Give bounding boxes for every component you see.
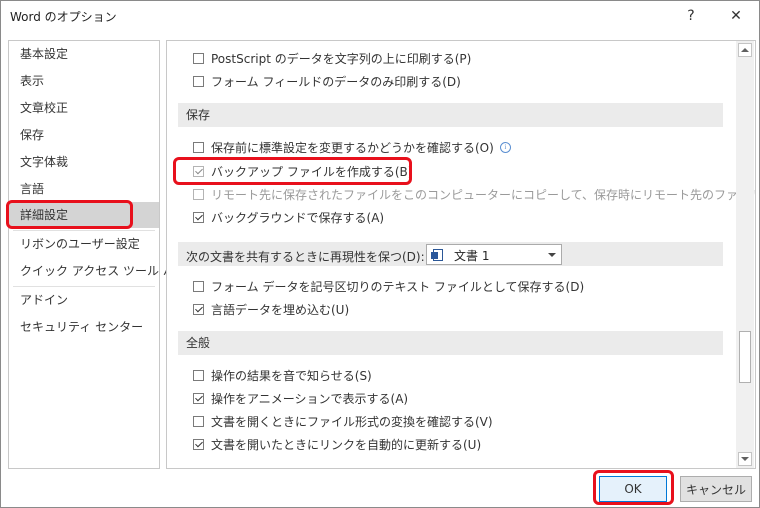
option-label: バックアップ ファイルを作成する(B)	[211, 164, 413, 179]
arrow-up-icon	[741, 48, 749, 52]
option-background-save[interactable]: バックグラウンドで保存する(A)	[193, 207, 384, 227]
sidebar-item-quick-access-toolbar[interactable]: クイック アクセス ツール バー	[9, 258, 187, 284]
option-save-form-data-delimited[interactable]: フォーム データを記号区切りのテキスト ファイルとして保存する(D)	[193, 276, 584, 296]
option-label: 文書を開いたときにリンクを自動的に更新する(U)	[211, 437, 482, 452]
option-label: フォーム フィールドのデータのみ印刷する(D)	[211, 74, 461, 89]
option-feedback-animation[interactable]: 操作をアニメーションで表示する(A)	[193, 388, 408, 408]
cancel-button[interactable]: キャンセル	[680, 476, 752, 502]
title-bar: Word のオプション ? ✕	[1, 1, 759, 31]
option-label: リモート先に保存されたファイルをこのコンピューターにコピーして、保存時にリモート…	[211, 187, 755, 202]
sidebar-item-advanced[interactable]: 詳細設定	[9, 202, 159, 228]
sidebar-item-add-ins[interactable]: アドイン	[9, 287, 159, 313]
option-label: PostScript のデータを文字列の上に印刷する(P)	[211, 51, 472, 66]
checkbox[interactable]	[193, 141, 204, 153]
sidebar-item-customize-ribbon[interactable]: リボンのユーザー設定	[9, 231, 159, 257]
section-heading-save: 保存	[178, 103, 723, 127]
option-embed-linguistic-data[interactable]: 言語データを埋め込む(U)	[193, 299, 349, 319]
option-label: 操作の結果を音で知らせる(S)	[211, 368, 372, 383]
option-label: 保存前に標準設定を変更するかどうかを確認する(O)	[211, 140, 494, 155]
advanced-options-panel: PostScript のデータを文字列の上に印刷する(P) フォーム フィールド…	[166, 40, 756, 469]
sidebar-item-general[interactable]: 基本設定	[9, 41, 159, 67]
options-sidebar: 基本設定 表示 文章校正 保存 文字体裁 言語 詳細設定 リボンのユーザー設定 …	[8, 40, 187, 469]
ok-button[interactable]: OK	[599, 476, 667, 502]
option-label: バックグラウンドで保存する(A)	[211, 210, 385, 225]
option-confirm-format-conversion[interactable]: 文書を開くときにファイル形式の変換を確認する(V)	[193, 411, 493, 431]
option-copy-remote-files-locally[interactable]: リモート先に保存されたファイルをこのコンピューターにコピーして、保存時にリモート…	[193, 184, 755, 204]
checkbox[interactable]	[193, 438, 204, 450]
sidebar-item-proofing[interactable]: 文章校正	[9, 95, 159, 121]
checkbox[interactable]	[193, 369, 204, 381]
sidebar-item-save[interactable]: 保存	[9, 122, 159, 148]
sidebar-item-display[interactable]: 表示	[9, 68, 159, 94]
document-select-value: 文書 1	[454, 249, 490, 263]
chevron-down-icon[interactable]	[548, 253, 556, 257]
checkbox[interactable]	[193, 165, 204, 177]
option-print-postscript[interactable]: PostScript のデータを文字列の上に印刷する(P)	[193, 48, 471, 68]
document-select[interactable]: 文書 1	[426, 244, 562, 265]
option-update-links-on-open[interactable]: 文書を開いたときにリンクを自動的に更新する(U)	[193, 434, 481, 454]
section-heading-general: 全般	[178, 331, 723, 355]
option-provide-feedback-sound[interactable]: 操作の結果を音で知らせる(S)	[193, 365, 372, 385]
checkbox[interactable]	[193, 75, 204, 87]
option-label: フォーム データを記号区切りのテキスト ファイルとして保存する(D)	[211, 279, 585, 294]
checkbox[interactable]	[193, 188, 204, 200]
close-button[interactable]: ✕	[722, 3, 750, 29]
option-label: 言語データを埋め込む(U)	[211, 302, 350, 317]
dialog-title: Word のオプション	[10, 10, 117, 24]
arrow-down-icon	[741, 457, 749, 461]
sidebar-item-trust-center[interactable]: セキュリティ センター	[9, 314, 159, 340]
info-icon[interactable]: i	[499, 141, 511, 153]
checkbox[interactable]	[193, 392, 204, 404]
option-print-form-data-only[interactable]: フォーム フィールドのデータのみ印刷する(D)	[193, 71, 461, 91]
vertical-scrollbar[interactable]	[736, 41, 754, 468]
scroll-down-button[interactable]	[738, 452, 752, 466]
help-button[interactable]: ?	[677, 3, 705, 29]
option-label: 文書を開くときにファイル形式の変換を確認する(V)	[211, 414, 493, 429]
checkbox[interactable]	[193, 415, 204, 427]
checkbox[interactable]	[193, 280, 204, 292]
checkbox[interactable]	[193, 303, 204, 315]
scrollbar-thumb[interactable]	[739, 331, 751, 383]
scroll-up-button[interactable]	[738, 43, 752, 57]
share-fidelity-label: 次の文書を共有するときに再現性を保つ(D):	[186, 250, 425, 264]
option-label: 操作をアニメーションで表示する(A)	[211, 391, 409, 406]
word-options-dialog: Word のオプション ? ✕ 基本設定 表示 文章校正 保存 文字体裁 言語 …	[0, 0, 760, 508]
option-create-backup-copy[interactable]: バックアップ ファイルを作成する(B)	[193, 161, 412, 181]
sidebar-item-language[interactable]: 言語	[9, 176, 159, 202]
checkbox[interactable]	[193, 211, 204, 223]
word-document-icon	[431, 249, 443, 261]
option-prompt-before-saving-normal[interactable]: 保存前に標準設定を変更するかどうかを確認する(O) i	[193, 137, 511, 157]
checkbox[interactable]	[193, 52, 204, 64]
sidebar-item-typography[interactable]: 文字体裁	[9, 149, 159, 175]
